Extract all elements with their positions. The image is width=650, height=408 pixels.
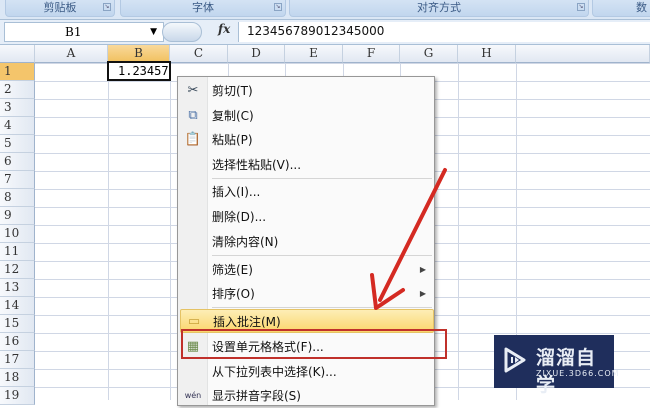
- watermark-subtitle: ZIXUE.3D66.COM: [536, 369, 620, 378]
- play-logo-icon: [504, 347, 526, 373]
- watermark-logo: 溜溜自学 ZIXUE.3D66.COM: [494, 335, 619, 396]
